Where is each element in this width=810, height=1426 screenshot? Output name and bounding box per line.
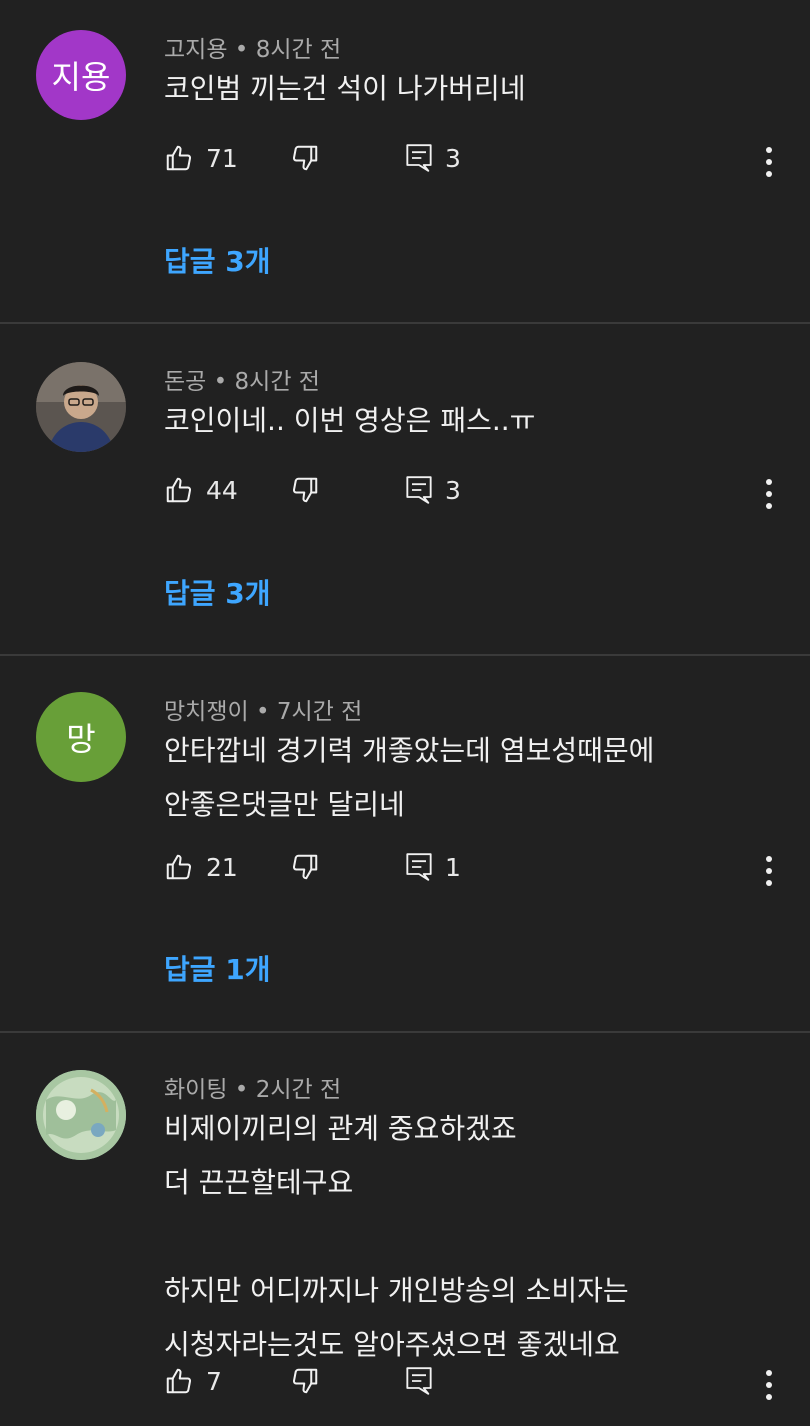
divider xyxy=(0,654,810,656)
like-button[interactable]: 44 xyxy=(164,474,238,506)
meta-separator: • xyxy=(255,699,270,725)
meta-separator: • xyxy=(234,1077,249,1103)
dislike-button[interactable] xyxy=(290,474,320,506)
comment-actions: 71 3 xyxy=(0,142,810,182)
dislike-button[interactable] xyxy=(290,1365,320,1397)
meta-separator: • xyxy=(234,37,249,63)
thumbs-down-icon xyxy=(292,854,318,880)
like-button[interactable]: 21 xyxy=(164,851,238,883)
comment-author[interactable]: 망치쟁이 xyxy=(164,699,249,725)
comment-time: 8시간 전 xyxy=(255,37,342,63)
more-options-button[interactable] xyxy=(756,851,782,891)
comment-text: 코인범 끼는건 석이 나가버리네 xyxy=(164,72,526,105)
like-button[interactable]: 71 xyxy=(164,142,238,174)
thumbs-up-icon xyxy=(166,477,192,503)
thumbs-down-icon xyxy=(292,477,318,503)
map-image-icon xyxy=(36,1070,126,1160)
avatar[interactable]: 지용 xyxy=(36,30,126,120)
dislike-button[interactable] xyxy=(290,851,320,883)
comment-meta: 화이팅 • 2시간 전 xyxy=(164,1070,341,1104)
reply-count: 3 xyxy=(445,475,461,505)
like-count: 7 xyxy=(206,1366,222,1396)
dislike-button[interactable] xyxy=(290,142,320,174)
comment-text: 안타깝네 경기력 개좋았는데 염보성때문에 안좋은댓글만 달리네 xyxy=(164,734,655,821)
view-replies-link[interactable]: 답글 1개 xyxy=(164,948,271,988)
comment-text: 코인이네.. 이번 영상은 패스..ㅠ xyxy=(164,404,536,437)
reply-button[interactable]: 3 xyxy=(405,474,461,506)
reply-count: 3 xyxy=(445,143,461,173)
comment-meta: 망치쟁이 • 7시간 전 xyxy=(164,692,362,726)
divider xyxy=(0,1031,810,1033)
comment-author[interactable]: 화이팅 xyxy=(164,1077,227,1103)
user-photo-icon xyxy=(36,362,126,452)
comment-actions: 7 xyxy=(0,1365,810,1405)
comment-actions: 44 3 xyxy=(0,474,810,514)
thumbs-up-icon xyxy=(166,1368,192,1394)
reply-button[interactable]: 1 xyxy=(405,851,461,883)
more-vert-icon xyxy=(766,1370,772,1400)
comment-icon xyxy=(406,144,432,172)
comment-time: 7시간 전 xyxy=(276,699,363,725)
comment-time: 8시간 전 xyxy=(234,369,320,395)
comment-icon xyxy=(406,853,432,881)
more-vert-icon xyxy=(766,479,772,509)
avatar[interactable]: 망 xyxy=(36,692,126,782)
comment-text: 비제이끼리의 관계 중요하겠죠 더 끈끈할테구요 하지만 어디까지나 개인방송의… xyxy=(164,1112,629,1361)
divider xyxy=(0,322,810,324)
reply-button[interactable] xyxy=(405,1365,445,1397)
comment-meta: 고지용 • 8시간 전 xyxy=(164,30,341,64)
meta-separator: • xyxy=(213,369,228,395)
more-options-button[interactable] xyxy=(756,1365,782,1405)
avatar[interactable] xyxy=(36,362,126,452)
more-options-button[interactable] xyxy=(756,474,782,514)
avatar[interactable] xyxy=(36,1070,126,1160)
more-vert-icon xyxy=(766,856,772,886)
like-count: 21 xyxy=(206,852,238,882)
view-replies-link[interactable]: 답글 3개 xyxy=(164,572,271,612)
comment-meta: 돈공 • 8시간 전 xyxy=(164,362,320,396)
more-options-button[interactable] xyxy=(756,142,782,182)
comment-author[interactable]: 고지용 xyxy=(164,37,227,63)
comment-actions: 21 1 xyxy=(0,851,810,891)
more-vert-icon xyxy=(766,147,772,177)
thumbs-down-icon xyxy=(292,1368,318,1394)
reply-count: 1 xyxy=(445,852,461,882)
comment-time: 2시간 전 xyxy=(255,1077,342,1103)
comment-icon xyxy=(406,476,432,504)
view-replies-link[interactable]: 답글 3개 xyxy=(164,240,271,280)
thumbs-down-icon xyxy=(292,145,318,171)
like-button[interactable]: 7 xyxy=(164,1365,222,1397)
like-count: 71 xyxy=(206,143,238,173)
comment-author[interactable]: 돈공 xyxy=(164,369,206,395)
avatar-initials: 지용 xyxy=(51,58,111,96)
reply-button[interactable]: 3 xyxy=(405,142,461,174)
thumbs-up-icon xyxy=(166,854,192,880)
comment-icon xyxy=(406,1367,432,1395)
thumbs-up-icon xyxy=(166,145,192,171)
avatar-initials: 망 xyxy=(66,720,96,758)
like-count: 44 xyxy=(206,475,238,505)
